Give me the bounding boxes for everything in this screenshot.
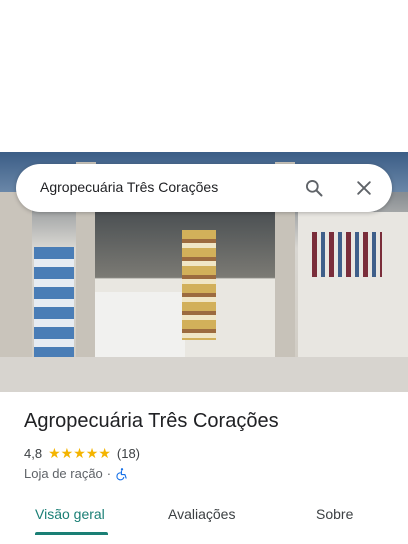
separator-dot: · (106, 466, 112, 481)
search-input[interactable]: Agropecuária Três Corações (40, 179, 218, 195)
review-count[interactable]: (18) (117, 446, 140, 461)
photo-floor (0, 357, 408, 392)
star-icon: ★ (85, 445, 99, 461)
star-icon: ★ (98, 445, 111, 461)
rating-row[interactable]: 4,8 ★ ★ ★ ★ ★ (18) (24, 445, 140, 461)
tab-bar: Visão geral Avaliações Sobre (0, 496, 408, 536)
search-icon[interactable] (304, 178, 324, 198)
star-icon: ★ (73, 445, 86, 461)
wheelchair-accessible-icon[interactable] (115, 467, 129, 481)
close-icon[interactable] (354, 178, 374, 198)
photo-counter (95, 292, 185, 362)
active-tab-indicator (35, 532, 108, 535)
tab-about[interactable]: Sobre (316, 506, 353, 522)
photo-hanging-tools (312, 232, 382, 277)
place-category: Loja de ração (24, 466, 103, 481)
rating-value: 4,8 (24, 445, 43, 461)
search-bar[interactable]: Agropecuária Três Corações (16, 164, 392, 212)
tab-reviews[interactable]: Avaliações (168, 506, 235, 522)
star-icon: ★ (60, 445, 74, 461)
tab-overview[interactable]: Visão geral (35, 506, 105, 522)
star-icon: ★ (48, 445, 61, 461)
category-row: Loja de ração · (24, 466, 129, 481)
star-rating: ★ ★ ★ ★ ★ (48, 446, 111, 460)
photo-seed-rack (182, 230, 216, 340)
place-title: Agropecuária Três Corações (24, 410, 279, 432)
